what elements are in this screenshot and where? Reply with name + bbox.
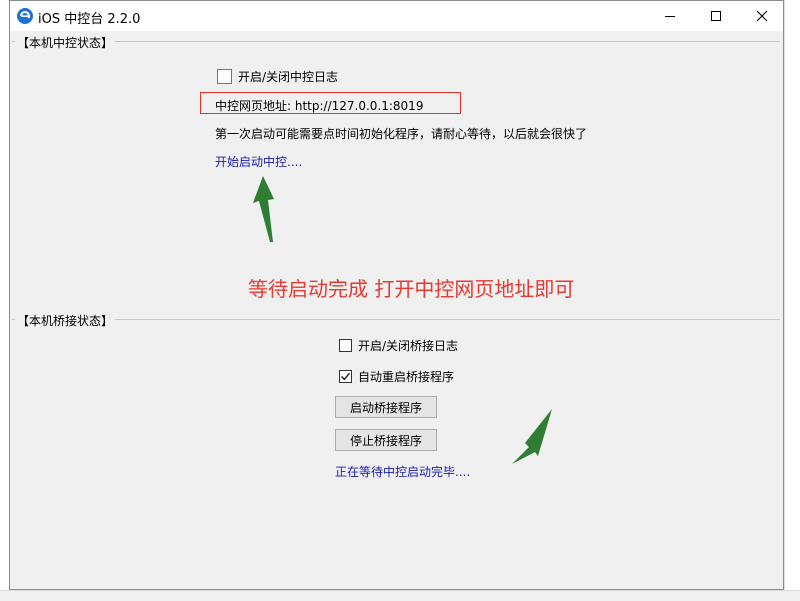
annotation-text: 等待启动完成 打开中控网页地址即可 [248, 277, 575, 301]
auto-restart-toggle[interactable]: 自动重启桥接程序 [339, 368, 454, 385]
app-logo-icon [17, 8, 33, 24]
local-status-title: 【本机中控状态】 [15, 34, 116, 51]
control-log-checkbox[interactable] [217, 69, 232, 84]
background-left-edge [0, 0, 9, 600]
bridge-status-text: 正在等待中控启动完毕.... [335, 465, 471, 479]
start-control-link[interactable]: 开始启动中控.... [215, 153, 302, 170]
bridge-log-checkbox[interactable] [339, 339, 352, 352]
background-bottom-edge [0, 590, 800, 601]
web-address-text: 中控网页地址: http://127.0.0.1:8019 [215, 99, 424, 113]
minimize-button[interactable] [647, 1, 693, 31]
bridge-log-label: 开启/关闭桥接日志 [358, 339, 459, 353]
bridge-status-title: 【本机桥接状态】 [15, 312, 116, 329]
bridge-status-group: 【本机桥接状态】 [12, 312, 780, 590]
auto-restart-label: 自动重启桥接程序 [358, 370, 455, 384]
control-log-label: 开启/关闭中控日志 [238, 70, 339, 84]
maximize-button[interactable] [693, 1, 739, 31]
stop-bridge-button[interactable]: 停止桥接程序 [335, 429, 437, 451]
bridge-log-toggle[interactable]: 开启/关闭桥接日志 [339, 337, 458, 354]
control-log-toggle[interactable]: 开启/关闭中控日志 [217, 68, 338, 85]
checkmark-icon [341, 372, 351, 381]
start-bridge-button[interactable]: 启动桥接程序 [335, 396, 437, 418]
maximize-icon [711, 11, 721, 21]
close-icon [756, 10, 768, 22]
auto-restart-checkbox[interactable] [339, 370, 352, 383]
window-title: iOS 中控台 2.2.0 [38, 12, 141, 27]
minimize-icon [665, 16, 675, 17]
init-notice-text: 第一次启动可能需要点时间初始化程序，请耐心等待，以后就会很快了 [215, 127, 588, 141]
background-right-edge [784, 0, 800, 600]
close-button[interactable] [739, 1, 785, 31]
ios-control-window: iOS 中控台 2.2.0 【本机中控状态】 开启/关闭中控日志 中控网页地址:… [9, 0, 784, 590]
local-status-group: 【本机中控状态】 [12, 34, 780, 282]
title-bar[interactable]: iOS 中控台 2.2.0 [10, 1, 783, 31]
